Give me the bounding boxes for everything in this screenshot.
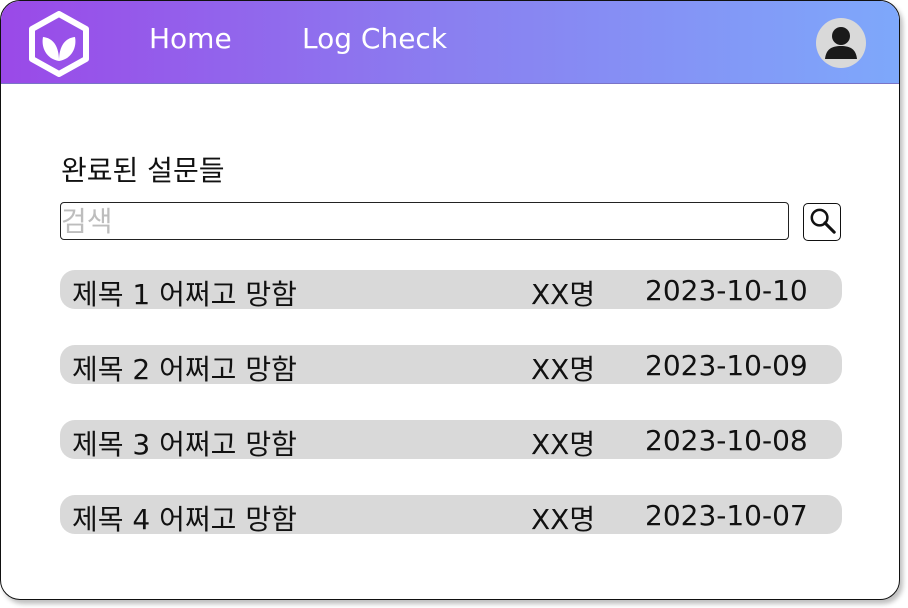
survey-date: 2023-10-07 (645, 499, 808, 532)
survey-row[interactable]: 제목 3 어쩌고 망함 XX명 2023-10-08 (60, 420, 842, 461)
search-button[interactable] (803, 203, 841, 241)
user-icon (825, 27, 857, 59)
survey-title: 제목 3 어쩌고 망함 (72, 428, 297, 461)
survey-title: 제목 2 어쩌고 망함 (72, 353, 297, 386)
user-avatar[interactable] (816, 18, 866, 68)
survey-respondent-count: XX명 (531, 503, 596, 536)
survey-date: 2023-10-10 (645, 274, 808, 307)
survey-title: 제목 1 어쩌고 망함 (72, 278, 297, 311)
survey-title: 제목 4 어쩌고 망함 (72, 503, 297, 536)
search-icon (810, 208, 836, 234)
nav-home-link[interactable]: Home (149, 22, 232, 55)
page-title: 완료된 설문들 (61, 154, 225, 187)
survey-row[interactable]: 제목 1 어쩌고 망함 XX명 2023-10-10 (60, 270, 842, 311)
survey-date: 2023-10-09 (645, 349, 808, 382)
top-navbar: Home Log Check (1, 1, 899, 84)
survey-respondent-count: XX명 (531, 278, 596, 311)
nav-log-check-link[interactable]: Log Check (302, 22, 447, 55)
survey-row[interactable]: 제목 4 어쩌고 망함 XX명 2023-10-07 (60, 495, 842, 536)
survey-date: 2023-10-08 (645, 424, 808, 457)
survey-respondent-count: XX명 (531, 353, 596, 386)
app-window: Home Log Check 완료된 설문들 제목 1 어쩌고 망함 XX명 2… (0, 0, 900, 600)
survey-row[interactable]: 제목 2 어쩌고 망함 XX명 2023-10-09 (60, 345, 842, 386)
logo-icon[interactable] (26, 11, 92, 77)
search-input[interactable] (60, 202, 789, 240)
survey-respondent-count: XX명 (531, 428, 596, 461)
